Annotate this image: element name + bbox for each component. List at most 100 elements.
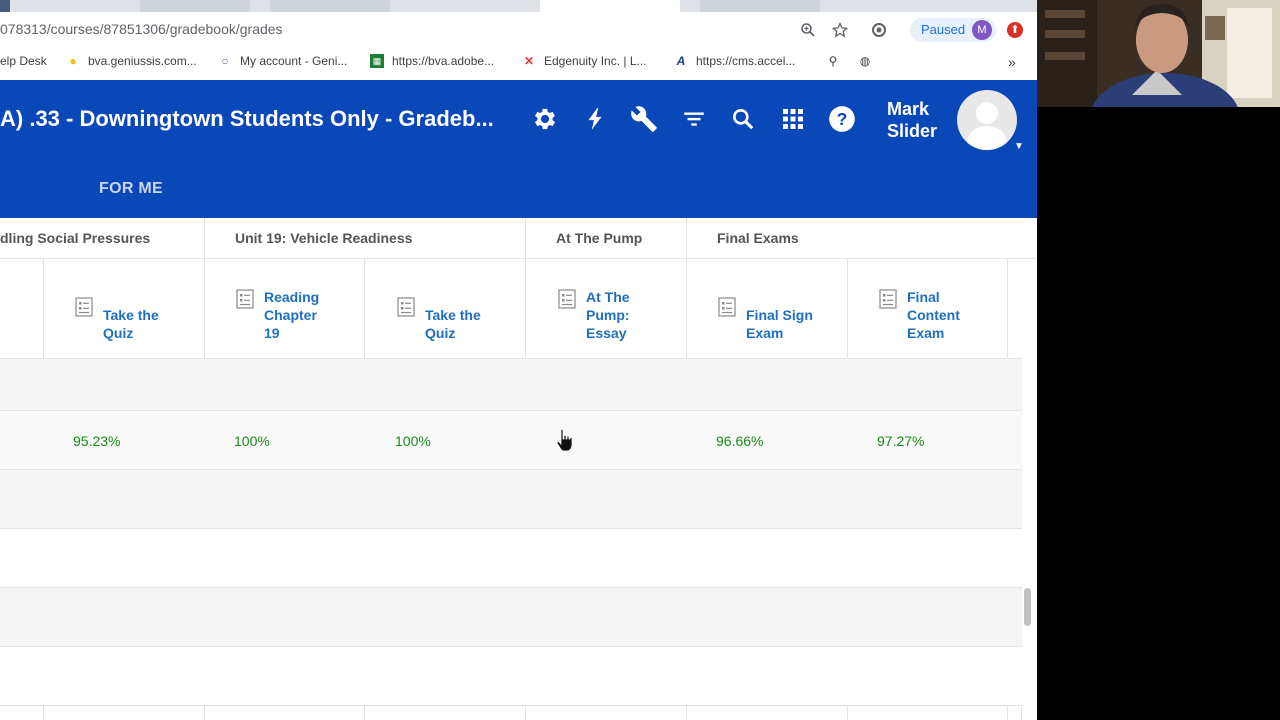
column-title-line[interactable]: Content xyxy=(907,306,960,324)
column-title-line[interactable]: Take the xyxy=(425,306,481,324)
webcam-image xyxy=(1037,0,1280,107)
column-title-line[interactable]: Final xyxy=(907,288,940,306)
bookmark-help-desk[interactable]: elp Desk xyxy=(0,54,47,68)
tab-active[interactable] xyxy=(540,0,680,12)
table-row[interactable] xyxy=(0,470,1022,529)
search-icon[interactable] xyxy=(728,104,758,134)
table-row[interactable]: 95.23% 100% 100% 96.66% 97.27% xyxy=(0,411,1022,470)
gradebook-grid: dling Social Pressures Unit 19: Vehicle … xyxy=(0,218,1037,720)
bookmark-cms-accel[interactable]: Ahttps://cms.accel... xyxy=(674,54,796,68)
column-header[interactable]: Take the Quiz xyxy=(44,258,204,358)
settings-icon[interactable] xyxy=(530,104,560,134)
bookmark-label: bva.geniussis.com... xyxy=(88,54,197,68)
bookmark-label: elp Desk xyxy=(0,54,47,68)
bookmark-icon-only[interactable]: ⚲ xyxy=(826,54,848,68)
bookmark-adobe[interactable]: ▦ https://bva.adobe... xyxy=(370,54,494,68)
extension-icon[interactable] xyxy=(870,21,888,39)
table-row[interactable] xyxy=(0,529,1022,588)
user-last-name[interactable]: Slider xyxy=(887,121,937,142)
unit-header: At The Pump xyxy=(556,230,643,246)
tab-strip[interactable] xyxy=(0,0,1037,12)
tab-inactive[interactable] xyxy=(270,0,390,12)
table-row[interactable] xyxy=(0,588,1022,647)
sheet-icon: ▦ xyxy=(370,54,384,68)
divider xyxy=(204,218,205,258)
column-header[interactable]: At The Pump: Essay xyxy=(526,258,686,358)
course-header: A) .33 - Downingtown Students Only - Gra… xyxy=(0,80,1037,218)
grade-cell[interactable]: 95.23% xyxy=(73,433,120,449)
profile-avatar: M xyxy=(972,20,992,40)
grade-cell[interactable]: 97.27% xyxy=(877,433,924,449)
column-header[interactable]: Take the Quiz xyxy=(365,258,525,358)
paused-label: Paused xyxy=(921,22,966,37)
column-title-line[interactable]: Final Sign xyxy=(746,306,813,324)
bookmark-geniussis[interactable]: ● bva.geniussis.com... xyxy=(66,54,197,68)
paused-sync-button[interactable]: Paused M xyxy=(910,18,996,42)
column-title-line[interactable]: Chapter xyxy=(264,306,317,324)
column-title-line[interactable]: Exam xyxy=(907,324,944,342)
update-icon[interactable]: ⬆ xyxy=(1007,22,1023,38)
grade-cell[interactable]: 96.66% xyxy=(716,433,763,449)
course-title[interactable]: A) .33 - Downingtown Students Only - Gra… xyxy=(0,106,494,132)
bookmark-label: My account - Geni... xyxy=(240,54,348,68)
column-title-line[interactable]: Quiz xyxy=(103,324,133,342)
address-bar[interactable]: 078313/courses/87851306/gradebook/grades… xyxy=(0,12,1037,48)
column-title-line[interactable]: At The xyxy=(586,288,630,306)
column-title-line[interactable]: Exam xyxy=(746,324,783,342)
zoom-icon[interactable] xyxy=(799,21,817,39)
bookmark-my-account[interactable]: ○ My account - Geni... xyxy=(218,54,347,68)
column-header[interactable]: Final Sign Exam xyxy=(687,258,847,358)
column-title-line[interactable]: Take the xyxy=(103,306,159,324)
url-text[interactable]: 078313/courses/87851306/gradebook/grades xyxy=(0,21,283,37)
filter-icon[interactable] xyxy=(679,104,709,134)
assignment-icon xyxy=(75,297,93,317)
lightbulb-icon: ● xyxy=(69,54,77,68)
user-first-name[interactable]: Mark xyxy=(887,99,929,120)
avatar-silhouette-icon xyxy=(967,102,1007,150)
edgenuity-icon: ✕ xyxy=(523,54,535,68)
lightning-icon[interactable] xyxy=(580,104,610,134)
tab-inactive[interactable] xyxy=(140,0,250,12)
wrench-icon[interactable] xyxy=(629,104,659,134)
unit-header: dling Social Pressures xyxy=(0,230,151,246)
bicycle-icon: ⚲ xyxy=(828,54,838,68)
table-row[interactable] xyxy=(0,359,1022,411)
grade-cell[interactable]: 100% xyxy=(234,433,270,449)
user-avatar[interactable] xyxy=(957,90,1017,150)
divider xyxy=(686,218,687,258)
column-header[interactable]: Reading Chapter 19 xyxy=(205,258,365,358)
assignment-icon xyxy=(718,297,736,317)
caret-down-icon[interactable]: ▼ xyxy=(1014,141,1024,152)
help-icon[interactable]: ? xyxy=(827,104,857,134)
bulb-outline-icon: ○ xyxy=(221,54,229,68)
column-title-line[interactable]: Essay xyxy=(586,324,626,342)
tab-inactive[interactable] xyxy=(700,0,820,12)
tab-for-me[interactable]: FOR ME xyxy=(99,180,163,198)
browser-window: 078313/courses/87851306/gradebook/grades… xyxy=(0,0,1037,720)
column-title-line[interactable]: 19 xyxy=(264,324,280,342)
grade-cell[interactable]: 100% xyxy=(395,433,431,449)
column-title-line[interactable]: Pump: xyxy=(586,306,630,324)
column-title-line[interactable]: Quiz xyxy=(425,324,455,342)
divider xyxy=(525,218,526,258)
column-header[interactable]: Final Content Exam xyxy=(848,258,1008,358)
bookmark-label: https://bva.adobe... xyxy=(392,54,495,68)
tab-edge[interactable] xyxy=(0,0,10,12)
assignment-icon xyxy=(397,297,415,317)
apps-grid-icon[interactable] xyxy=(778,104,808,134)
assignment-icon xyxy=(236,289,254,309)
bookmark-globe[interactable]: ◍ xyxy=(858,54,880,68)
star-bookmark-icon[interactable] xyxy=(831,21,849,39)
more-bookmarks-button[interactable]: » xyxy=(1008,54,1016,70)
column-title-line[interactable]: Reading xyxy=(264,288,319,306)
unit-header: Unit 19: Vehicle Readiness xyxy=(235,230,413,246)
accel-icon: A xyxy=(676,54,686,68)
unit-header: Final Exams xyxy=(717,230,799,246)
assignment-icon xyxy=(879,289,897,309)
vertical-scrollbar[interactable] xyxy=(1024,588,1031,626)
bookmark-edgenuity[interactable]: ✕ Edgenuity Inc. | L... xyxy=(522,54,647,68)
table-row[interactable] xyxy=(0,647,1022,706)
bookmark-label: https://cms.accel... xyxy=(696,54,796,68)
globe-icon: ◍ xyxy=(859,54,871,68)
webcam-overlay xyxy=(1037,0,1280,107)
